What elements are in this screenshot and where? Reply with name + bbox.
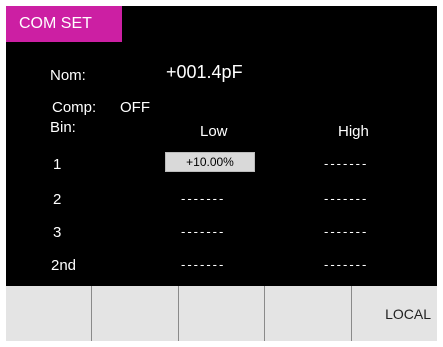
- nom-value[interactable]: +001.4pF: [166, 62, 243, 83]
- softkey-1[interactable]: [6, 286, 92, 341]
- bin-2nd-low-field[interactable]: -------: [181, 257, 225, 272]
- nom-label: Nom:: [50, 67, 86, 84]
- softkey-2[interactable]: [91, 286, 178, 341]
- softkey-bar: LOCAL: [6, 286, 437, 341]
- com-set-tab[interactable]: COM SET: [6, 6, 122, 42]
- bin-3-high-field[interactable]: -------: [324, 224, 368, 239]
- softkey-4[interactable]: [264, 286, 351, 341]
- bin-2nd-high-field[interactable]: -------: [324, 257, 368, 272]
- bin-row-label: 2nd: [51, 257, 77, 274]
- bin-2-high-field[interactable]: -------: [324, 191, 368, 206]
- softkey-3[interactable]: [177, 286, 265, 341]
- bin-1-high-field[interactable]: -------: [324, 156, 368, 171]
- bin-row-label: 3: [53, 224, 62, 241]
- bin-label: Bin:: [50, 119, 76, 136]
- bin-row-label: 2: [53, 191, 62, 208]
- local-softkey[interactable]: LOCAL: [350, 286, 437, 341]
- bin-2-low-field[interactable]: -------: [181, 191, 225, 206]
- bin-1-low-field[interactable]: +10.00%: [165, 152, 255, 172]
- instrument-screen: COM SET Nom: +001.4pF Comp: OFF Bin: Low…: [6, 6, 437, 341]
- bin-3-low-field[interactable]: -------: [181, 224, 225, 239]
- high-column-header: High: [338, 123, 369, 140]
- comp-value[interactable]: OFF: [120, 99, 150, 116]
- bin-row-label: 1: [53, 156, 62, 173]
- comp-label: Comp:: [52, 99, 97, 116]
- low-column-header: Low: [200, 123, 228, 140]
